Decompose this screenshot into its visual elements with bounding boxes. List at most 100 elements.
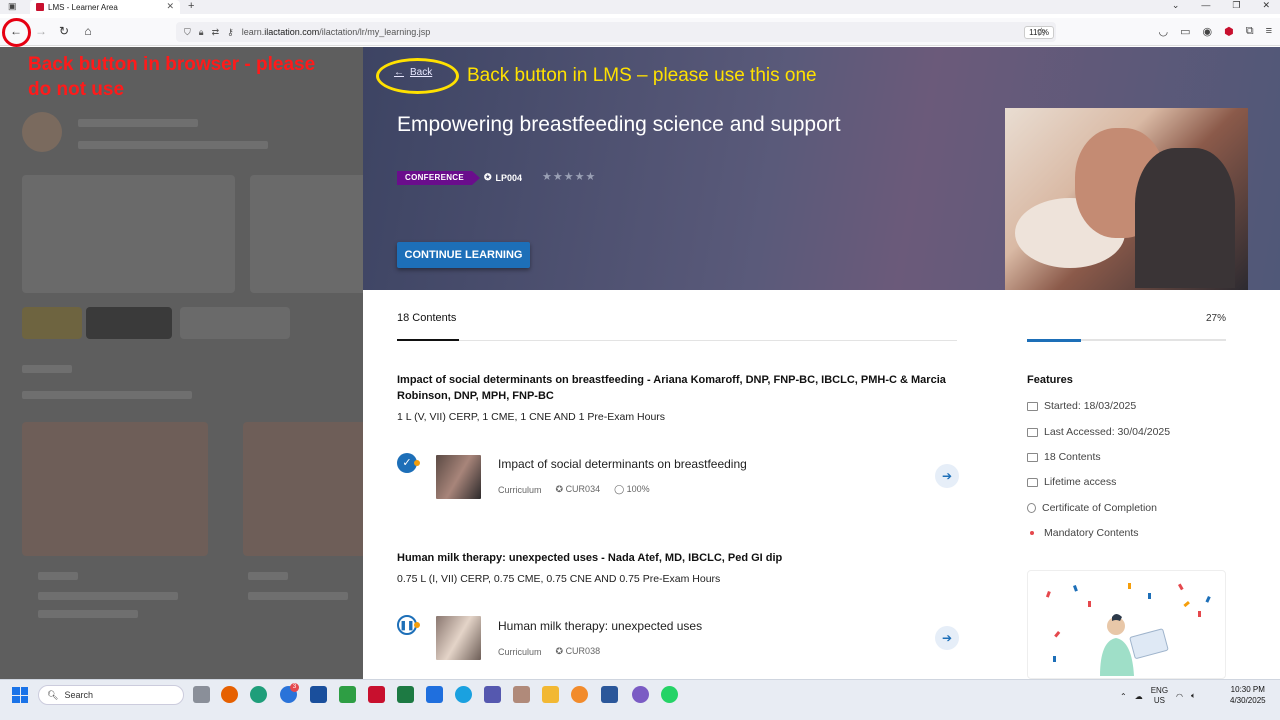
item-type: Curriculum bbox=[498, 484, 542, 495]
minimize-icon[interactable]: — bbox=[1201, 0, 1210, 11]
code-icon: ✪ bbox=[484, 172, 492, 182]
dropbox-icon[interactable] bbox=[426, 686, 443, 703]
lock-icon: 🔒︎ bbox=[198, 26, 204, 37]
extension-shield-icon[interactable]: ⬢ bbox=[1224, 25, 1234, 38]
account-icon[interactable]: ◉ bbox=[1203, 25, 1213, 38]
item-title[interactable]: Human milk therapy: unexpected uses bbox=[498, 619, 702, 633]
item-thumbnail[interactable] bbox=[436, 616, 481, 660]
language-indicator[interactable]: ENG US bbox=[1151, 686, 1168, 706]
viber-icon[interactable] bbox=[632, 686, 649, 703]
photoshop-icon[interactable] bbox=[310, 686, 327, 703]
excel-icon[interactable] bbox=[397, 686, 414, 703]
close-window-icon[interactable]: ✕ bbox=[1262, 0, 1270, 11]
feature-certificate: Certificate of Completion bbox=[1027, 502, 1157, 514]
firefox-icon[interactable] bbox=[221, 686, 238, 703]
item-code: ✪ CUR034 bbox=[555, 484, 601, 494]
calendar-icon bbox=[1027, 401, 1038, 411]
taskbar-clock[interactable]: 10:30 PM 4/30/2025 bbox=[1230, 684, 1266, 706]
item-code: ✪ CUR038 bbox=[555, 646, 601, 656]
address-bar[interactable]: ⛉ 🔒︎ ⇄ ⚷ learn.ilactation.com/ilactation… bbox=[176, 22, 1056, 42]
feature-started: Started: 18/03/2025 bbox=[1027, 400, 1136, 412]
item-type: Curriculum bbox=[498, 646, 542, 657]
app-a-icon[interactable] bbox=[571, 686, 588, 703]
pocket-icon[interactable]: ◡ bbox=[1158, 25, 1168, 38]
browser-back-highlight bbox=[2, 18, 31, 47]
home-button[interactable]: ⌂ bbox=[80, 24, 96, 38]
reload-button[interactable]: ↻ bbox=[56, 24, 72, 38]
photos-icon[interactable] bbox=[513, 686, 530, 703]
browser-back-annotation: Back button in browser - please do not u… bbox=[28, 54, 316, 100]
continue-learning-button[interactable]: CONTINUE LEARNING bbox=[397, 242, 530, 268]
system-tray: ⌃ ☁ ENG US ◠ 🔈︎ bbox=[1120, 686, 1196, 706]
background-page-overlay bbox=[0, 47, 363, 679]
section-hours: 0.75 L (I, VII) CERP, 0.75 CME, 0.75 CNE… bbox=[397, 573, 721, 585]
section-title: Human milk therapy: unexpected uses - Na… bbox=[397, 552, 783, 564]
browser-toolbar-icons: ◡ ▭ ◉ ⬢ ⧉ ≡ bbox=[1158, 25, 1272, 38]
new-tab-button[interactable]: + bbox=[188, 0, 194, 12]
browser-tab[interactable]: LMS - Learner Area ✕ bbox=[30, 0, 180, 14]
feature-lifetime-access: Lifetime access bbox=[1027, 476, 1116, 488]
sidebar-icon[interactable]: ▭ bbox=[1180, 25, 1190, 38]
celebration-illustration bbox=[1027, 570, 1226, 679]
clock-date: 4/30/2025 bbox=[1230, 696, 1266, 705]
calculator-icon[interactable] bbox=[193, 686, 210, 703]
whatsapp-icon[interactable] bbox=[661, 686, 678, 703]
cloud-icon[interactable]: ☁ bbox=[1135, 692, 1143, 701]
section-hours: 1 L (V, VII) CERP, 1 CME, 1 CNE AND 1 Pr… bbox=[397, 411, 666, 423]
edge-icon[interactable] bbox=[250, 686, 267, 703]
rating-stars[interactable]: ★★★★★ bbox=[542, 170, 596, 183]
menu-icon[interactable]: ≡ bbox=[1266, 25, 1272, 38]
tab-divider bbox=[397, 340, 957, 341]
camtasia-icon[interactable] bbox=[339, 686, 356, 703]
bookmark-star-icon[interactable]: ☆ bbox=[1036, 25, 1047, 39]
teams-icon[interactable] bbox=[484, 686, 501, 703]
clock-time: 10:30 PM bbox=[1230, 685, 1265, 694]
course-title: Empowering breastfeeding science and sup… bbox=[397, 113, 841, 136]
taskbar-search[interactable]: 🔍︎ Search bbox=[38, 685, 184, 705]
section-title: Impact of social determinants on breastf… bbox=[397, 374, 946, 402]
tab-title: LMS - Learner Area bbox=[48, 2, 118, 12]
features-title: Features bbox=[1027, 374, 1073, 386]
permissions-icon: ⇄ bbox=[211, 26, 220, 37]
item-progress: ◯ 100% bbox=[614, 484, 650, 494]
start-button-icon[interactable] bbox=[12, 687, 28, 703]
status-dot-icon bbox=[414, 622, 420, 628]
certificate-icon bbox=[1027, 503, 1036, 513]
restore-icon[interactable]: ❐ bbox=[1232, 0, 1240, 11]
shield-icon: ⛉ bbox=[184, 26, 191, 37]
feature-contents: 18 Contents bbox=[1027, 451, 1101, 463]
course-image bbox=[1005, 108, 1248, 290]
open-item-arrow-icon[interactable]: ➔ bbox=[935, 626, 959, 650]
favicon-icon bbox=[36, 3, 44, 11]
course-code-text: LP004 bbox=[495, 172, 523, 183]
progress-bar-fill bbox=[1027, 339, 1081, 342]
extensions-icon[interactable]: ⧉ bbox=[1246, 25, 1254, 38]
chevron-up-icon[interactable]: ⌃ bbox=[1120, 692, 1127, 701]
item-thumbnail[interactable] bbox=[436, 455, 481, 499]
chevron-down-icon[interactable]: ⌄ bbox=[1172, 0, 1180, 11]
progress-percent: 27% bbox=[1206, 313, 1227, 324]
window-controls: ⌄ — ❐ ✕ bbox=[1172, 0, 1270, 11]
search-icon: 🔍︎ bbox=[47, 689, 59, 700]
notification-badge: 3 bbox=[290, 683, 299, 692]
close-tab-icon[interactable]: ✕ bbox=[166, 1, 174, 12]
key-icon: ⚷ bbox=[227, 26, 234, 37]
tab-contents[interactable]: 18 Contents bbox=[397, 312, 456, 324]
dot-icon bbox=[1030, 531, 1034, 535]
url-text: learn.ilactation.com/ilactation/lr/my_le… bbox=[241, 27, 431, 37]
skype-icon[interactable] bbox=[455, 686, 472, 703]
word-icon[interactable] bbox=[601, 686, 618, 703]
feature-last-accessed: Last Accessed: 30/04/2025 bbox=[1027, 426, 1170, 438]
tab-list-icon[interactable]: ▣ bbox=[8, 1, 17, 12]
file-explorer-icon[interactable] bbox=[542, 686, 559, 703]
open-item-arrow-icon[interactable]: ➔ bbox=[935, 464, 959, 488]
acrobat-icon[interactable] bbox=[368, 686, 385, 703]
lms-back-annotation: Back button in LMS – please use this one bbox=[467, 65, 817, 86]
course-code: ✪ LP004 bbox=[484, 172, 522, 183]
item-meta: Curriculum ✪ CUR038 bbox=[498, 646, 600, 657]
item-title[interactable]: Impact of social determinants on breastf… bbox=[498, 457, 747, 471]
item-meta: Curriculum ✪ CUR034 ◯ 100% bbox=[498, 484, 650, 495]
volume-icon[interactable]: 🔈︎ bbox=[1191, 691, 1196, 701]
wifi-icon[interactable]: ◠ bbox=[1176, 692, 1183, 701]
browser-forward-button[interactable]: → bbox=[33, 24, 49, 38]
